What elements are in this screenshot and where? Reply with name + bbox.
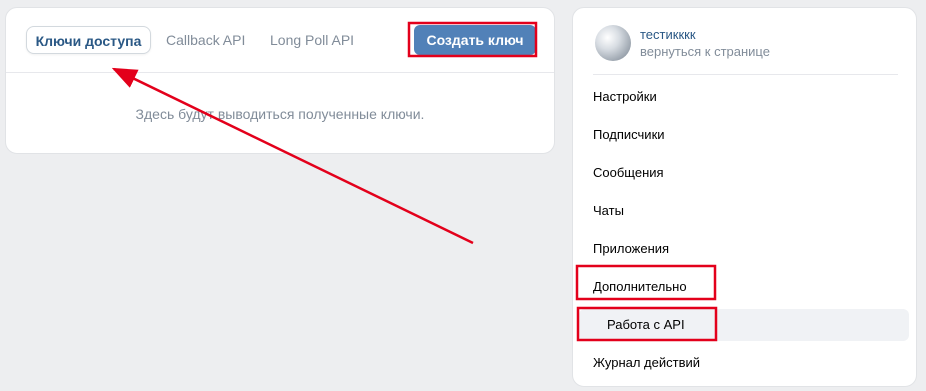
tabs-bar: Ключи доступа Callback API Long Poll API…	[6, 8, 554, 73]
sidebar-item-advanced[interactable]: Дополнительно	[573, 271, 916, 303]
sidebar-item-api[interactable]: Работа с API	[579, 309, 909, 341]
sidebar-item-apps[interactable]: Приложения	[573, 233, 916, 265]
sidebar-item-settings[interactable]: Настройки	[573, 81, 916, 113]
api-keys-panel: Ключи доступа Callback API Long Poll API…	[5, 7, 555, 154]
sidebar-item-chats[interactable]: Чаты	[573, 195, 916, 227]
sidebar-item-messages[interactable]: Сообщения	[573, 157, 916, 189]
tab-long-poll-api[interactable]: Long Poll API	[270, 26, 354, 54]
tab-access-keys[interactable]: Ключи доступа	[26, 26, 151, 54]
back-to-page-link[interactable]: вернуться к странице	[640, 44, 770, 59]
sidebar-item-action-log[interactable]: Журнал действий	[573, 347, 916, 379]
sidebar-item-subscribers[interactable]: Подписчики	[573, 119, 916, 151]
sidebar-divider	[593, 74, 898, 75]
create-key-button[interactable]: Создать ключ	[414, 25, 536, 55]
empty-keys-message: Здесь будут выводиться полученные ключи.	[135, 106, 425, 122]
tab-callback-api[interactable]: Callback API	[166, 26, 245, 54]
community-profile[interactable]: тестикккк вернуться к странице	[595, 25, 895, 63]
community-name[interactable]: тестикккк	[640, 27, 696, 42]
avatar[interactable]	[595, 25, 631, 61]
community-settings-sidebar: тестикккк вернуться к странице Настройки…	[572, 7, 917, 387]
